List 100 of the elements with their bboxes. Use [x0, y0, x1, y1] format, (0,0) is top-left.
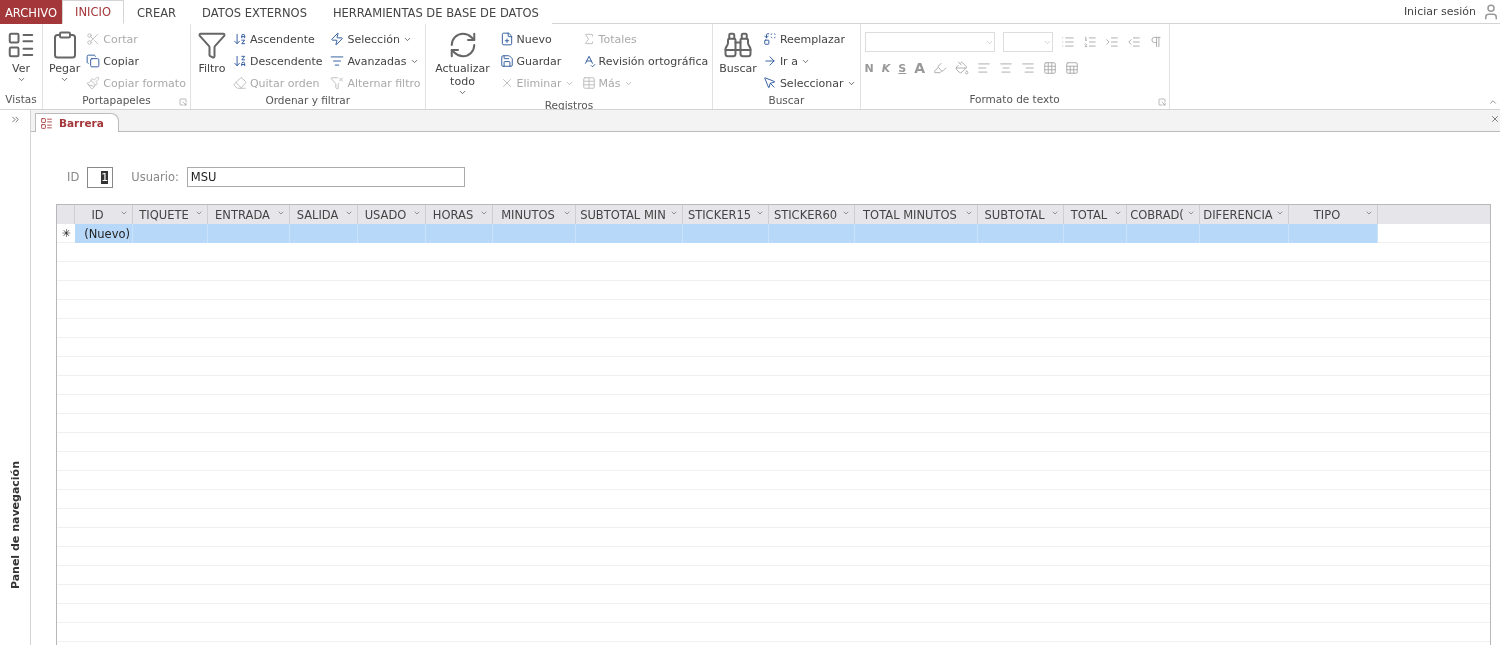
ribbon-button[interactable]: Ascendente	[232, 28, 323, 50]
table-cell[interactable]	[576, 224, 683, 243]
filter-list-icon	[330, 54, 345, 68]
caret-icon	[480, 209, 488, 217]
table-cell[interactable]	[426, 224, 493, 243]
ribbon-large-button[interactable]: Actualizar todo	[429, 26, 496, 99]
new-file-icon	[499, 32, 514, 46]
arrow-right-icon	[762, 54, 777, 68]
lightning-icon	[330, 32, 345, 46]
outdent-icon	[1126, 35, 1141, 49]
pilcrow-icon	[1148, 35, 1163, 49]
form-icon	[40, 116, 53, 130]
scissors-icon	[86, 32, 101, 46]
ribbon-large-button[interactable]: Ver	[4, 26, 38, 93]
ribbon-button[interactable]: Seleccionar	[762, 72, 856, 94]
ribbon-large-button[interactable]: Buscar	[717, 26, 759, 94]
ribbon-button[interactable]: Nuevo	[499, 28, 574, 50]
caret-icon	[1365, 209, 1373, 217]
ribbon-large-button[interactable]: Filtro	[194, 26, 229, 94]
caret-icon	[1187, 209, 1195, 217]
caret-icon	[670, 209, 678, 217]
launcher-icon[interactable]	[1157, 98, 1166, 106]
document-tab[interactable]: Barrera	[35, 113, 119, 132]
collapse-icon	[1488, 97, 1498, 107]
ribbon-button[interactable]: Avanzadas	[330, 50, 421, 72]
ribbon-button[interactable]: Guardar	[499, 50, 574, 72]
ribbon-button[interactable]: Descendente	[232, 50, 323, 72]
copy-icon	[86, 54, 101, 68]
caret-icon	[345, 209, 353, 217]
table-cell[interactable]	[1064, 224, 1127, 243]
table-cell[interactable]: (Nuevo)	[75, 224, 133, 243]
caret-icon	[563, 209, 571, 217]
caret-icon	[1276, 209, 1284, 217]
user-label: Usuario:	[131, 170, 179, 184]
list-view-icon	[6, 30, 36, 60]
group-title: Portapapeles	[82, 94, 151, 108]
binoculars-icon	[723, 30, 754, 60]
save-icon	[499, 54, 514, 68]
user-field[interactable]: MSU	[186, 167, 465, 187]
align-left-icon	[977, 61, 992, 75]
id-field[interactable]: 1	[87, 166, 114, 188]
caret-icon	[60, 75, 70, 84]
ribbon-button[interactable]: Selección	[330, 28, 421, 50]
group-title: Registros	[544, 99, 594, 111]
caret-icon	[1051, 209, 1059, 217]
group-title: Vistas	[5, 93, 37, 107]
sign-in-link[interactable]: Iniciar sesión	[1403, 5, 1476, 18]
gridlines-icon	[1043, 61, 1058, 75]
table-cell[interactable]	[855, 224, 978, 243]
file-tab[interactable]: ARCHIVO	[0, 0, 63, 24]
caret-icon	[195, 209, 203, 217]
ribbon-tab[interactable]: INICIO	[62, 0, 124, 24]
indent-icon	[1104, 35, 1119, 49]
caret-icon	[842, 209, 850, 217]
pointer-icon	[762, 76, 777, 90]
table-icon	[581, 76, 596, 90]
filter-x-icon	[330, 76, 345, 90]
caret-icon	[16, 75, 26, 84]
replace-icon	[762, 32, 777, 46]
table-icon	[1065, 61, 1080, 75]
sort-za-icon	[232, 54, 247, 68]
ribbon-button[interactable]: Ir a	[762, 50, 856, 72]
document-tab-label: Barrera	[59, 117, 104, 129]
new-record-marker: ✳	[60, 226, 72, 242]
ribbon-button[interactable]: Revisión ortográfica	[581, 50, 709, 72]
paintbrush-icon	[86, 76, 101, 90]
font-size-combo[interactable]	[1002, 32, 1053, 52]
caret-icon	[756, 209, 764, 217]
table-cell[interactable]	[290, 224, 358, 243]
numbering-icon	[1082, 35, 1097, 49]
launcher-icon[interactable]	[178, 98, 187, 106]
group-title: Formato de texto	[969, 93, 1060, 107]
navigation-pane-label[interactable]: Panel de navegación	[8, 460, 22, 589]
table-cell[interactable]	[208, 224, 290, 243]
caret-icon	[120, 209, 128, 217]
bullets-icon	[1060, 35, 1075, 49]
align-center-icon	[999, 61, 1014, 75]
user-icon	[1482, 2, 1500, 21]
table-cell[interactable]	[769, 224, 855, 243]
table-cell[interactable]	[1289, 224, 1378, 243]
eraser-icon	[232, 76, 247, 90]
table-cell[interactable]	[1127, 224, 1200, 243]
caret-icon	[458, 88, 467, 97]
id-label: ID	[67, 170, 80, 184]
group-title: Ordenar y filtrar	[265, 94, 350, 108]
align-right-icon	[1021, 61, 1036, 75]
ribbon-button[interactable]: Reemplazar	[762, 28, 856, 50]
table-cell[interactable]	[358, 224, 426, 243]
ribbon-button[interactable]: Copiar	[86, 50, 186, 72]
font-name-combo[interactable]	[864, 32, 995, 52]
ribbon-large-button[interactable]: Pegar	[47, 26, 83, 94]
highlighter-icon	[933, 61, 948, 75]
group-title: Buscar	[768, 94, 805, 108]
table-cell[interactable]	[133, 224, 208, 243]
caret-icon	[1114, 209, 1122, 217]
table-cell[interactable]	[978, 224, 1064, 243]
table-cell[interactable]	[683, 224, 769, 243]
table-cell[interactable]	[1200, 224, 1289, 243]
table-cell[interactable]	[493, 224, 576, 243]
caret-icon	[277, 209, 285, 217]
